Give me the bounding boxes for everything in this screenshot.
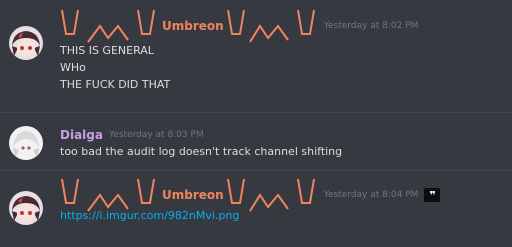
message-group-dialga: Dialga Yesterday at 8:03 PM too bad the … bbox=[0, 113, 512, 168]
decorative-zigzag-left bbox=[61, 178, 155, 212]
quote-icon[interactable]: ❞ bbox=[424, 188, 441, 202]
decorative-zigzag-right bbox=[226, 9, 315, 43]
message-text: THE FUCK DID THAT bbox=[60, 78, 171, 91]
username-umbreon[interactable]: Umbreon bbox=[162, 19, 224, 33]
timestamp: Yesterday at 8:02 PM bbox=[323, 21, 419, 31]
timestamp: Yesterday at 8:03 PM bbox=[108, 130, 204, 140]
avatar-dialga[interactable] bbox=[9, 126, 43, 160]
timestamp: Yesterday at 8:04 PM bbox=[323, 190, 419, 200]
message-group-umbreon-1: Umbreon Yesterday at 8:02 PM THIS IS GEN… bbox=[0, 0, 512, 110]
username-dialga[interactable]: Dialga bbox=[60, 128, 103, 142]
decorative-zigzag-left bbox=[61, 9, 155, 43]
image-link[interactable]: https://i.imgur.com/982nMvi.png bbox=[60, 209, 239, 222]
message-text: THIS IS GENERAL bbox=[60, 44, 154, 57]
message-header: Umbreon Yesterday at 8:02 PM bbox=[60, 8, 418, 44]
avatar-umbreon[interactable] bbox=[9, 26, 43, 60]
avatar-umbreon[interactable] bbox=[9, 191, 43, 225]
decorative-zigzag-right bbox=[226, 178, 315, 212]
message-text: WHo bbox=[60, 61, 86, 74]
message-header: Umbreon Yesterday at 8:04 PM ❞ bbox=[60, 177, 441, 213]
message-group-umbreon-2: Umbreon Yesterday at 8:04 PM ❞ https://i… bbox=[0, 171, 512, 247]
message-header: Dialga Yesterday at 8:03 PM bbox=[60, 127, 204, 143]
username-umbreon[interactable]: Umbreon bbox=[162, 188, 224, 202]
message-text: too bad the audit log doesn't track chan… bbox=[60, 145, 343, 158]
message-text: https://i.imgur.com/982nMvi.png bbox=[60, 209, 239, 222]
